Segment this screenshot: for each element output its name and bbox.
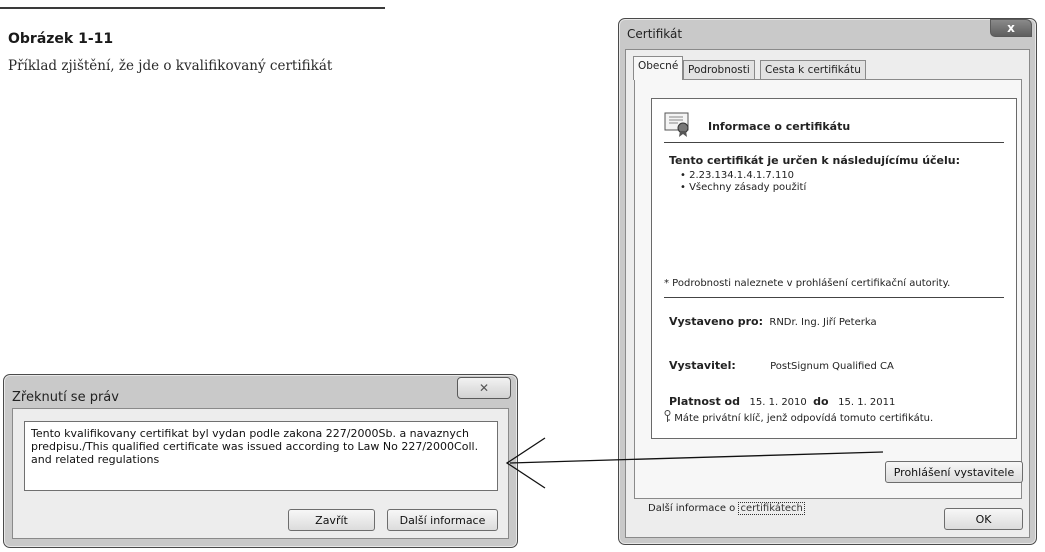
- certificate-dialog: Certifikát x Obecné Podrobnosti Cesta k …: [618, 18, 1037, 545]
- tab-certification-path[interactable]: Cesta k certifikátu: [760, 60, 866, 79]
- issuer-label: Vystavitel:: [669, 359, 736, 372]
- authority-note: * Podrobnosti naleznete v prohlášení cer…: [664, 278, 951, 289]
- close-icon: ✕: [478, 381, 490, 395]
- close-button[interactable]: ✕: [457, 377, 511, 399]
- close-button[interactable]: x: [990, 19, 1032, 37]
- disclaimer-dialog-body: Tento kvalifikovany certifikat byl vydan…: [12, 408, 509, 539]
- more-info-prefix: Další informace o: [648, 503, 736, 514]
- valid-to-label: do: [813, 395, 829, 408]
- note-separator: [664, 297, 1004, 298]
- figure-title: Obrázek 1-11: [8, 31, 114, 47]
- validity-row: Platnost od 15. 1. 2010 do 15. 1. 2011: [669, 395, 895, 408]
- close-icon: x: [1007, 21, 1015, 35]
- tab-general[interactable]: Obecné: [633, 56, 684, 80]
- valid-from-label: Platnost od: [669, 395, 740, 408]
- issued-to-label: Vystaveno pro:: [669, 315, 764, 328]
- purpose-title: Tento certifikát je určen k následujícím…: [669, 154, 961, 167]
- caption-rule: [0, 7, 385, 9]
- issuer-value: PostSignum Qualified CA: [770, 361, 894, 372]
- close-dialog-button[interactable]: Zavřít: [288, 509, 375, 531]
- certificate-icon: [664, 111, 692, 141]
- issued-to-value: RNDr. Ing. Jiří Peterka: [769, 317, 877, 328]
- figure-caption: Příklad zjištění, že jde o kvalifikovaný…: [8, 58, 333, 74]
- list-item: • Všechny zásady použití: [680, 182, 807, 193]
- valid-to-value: 15. 1. 2011: [838, 397, 896, 408]
- issuer-row: Vystavitel: PostSignum Qualified CA: [669, 359, 894, 372]
- info-header: Informace o certifikátu: [664, 109, 1004, 139]
- info-header-title: Informace o certifikátu: [708, 120, 851, 133]
- issued-to-row: Vystaveno pro: RNDr. Ing. Jiří Peterka: [669, 315, 877, 328]
- disclaimer-dialog-title: Zřeknutí se práv: [12, 390, 119, 405]
- more-info-line: Další informace o certifikátech: [648, 502, 805, 515]
- certificate-dialog-title: Certifikát: [627, 27, 683, 41]
- issuer-statement-button[interactable]: Prohlášení vystavitele: [885, 461, 1023, 483]
- disclaimer-text[interactable]: Tento kvalifikovany certifikat byl vydan…: [24, 421, 498, 491]
- ok-button[interactable]: OK: [944, 508, 1023, 530]
- key-icon: [664, 410, 674, 424]
- certificates-link[interactable]: certifikátech: [738, 502, 805, 515]
- header-separator: [664, 142, 1004, 143]
- valid-from-value: 15. 1. 2010: [749, 397, 807, 408]
- list-item: • 2.23.134.1.4.1.7.110: [680, 170, 795, 181]
- private-key-note: Máte privátní klíč, jenž odpovídá tomuto…: [664, 410, 933, 424]
- certificate-dialog-body: Obecné Podrobnosti Cesta k certifikátu I…: [625, 49, 1030, 538]
- purpose-list: • 2.23.134.1.4.1.7.110 • Všechny zásady …: [680, 170, 806, 194]
- disclaimer-dialog: Zřeknutí se práv ✕ Tento kvalifikovany c…: [3, 374, 518, 548]
- tab-details[interactable]: Podrobnosti: [683, 60, 755, 79]
- more-info-button[interactable]: Další informace: [387, 509, 498, 531]
- private-key-text: Máte privátní klíč, jenž odpovídá tomuto…: [674, 413, 934, 424]
- certificate-info-box: Informace o certifikátu Tento certifikát…: [651, 98, 1017, 439]
